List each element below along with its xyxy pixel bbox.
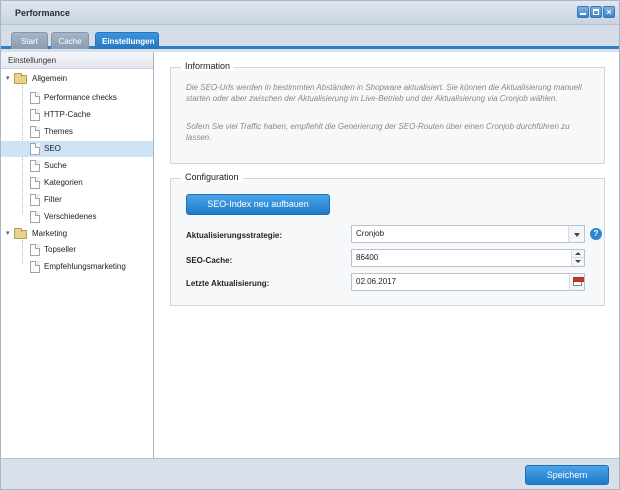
tree-item-verschiedenes[interactable]: Verschiedenes [1, 209, 153, 225]
information-legend: Information [181, 61, 235, 71]
tree-group-label: Allgemein [32, 74, 68, 83]
tab-content: Einstellungen ▾ Allgemein Performance ch… [1, 52, 619, 458]
help-icon[interactable]: ? [590, 228, 602, 240]
spin-up-icon[interactable] [572, 250, 584, 258]
expanded-arrow-icon[interactable]: ▾ [6, 71, 14, 87]
document-icon [30, 92, 40, 104]
tree-item-label: Themes [44, 127, 73, 136]
document-icon [30, 211, 40, 223]
information-text: Sofern Sie viel Traffic haben, empfiehlt… [186, 122, 570, 142]
tree-item-label: Verschiedenes [44, 212, 97, 221]
window-title: Performance [15, 8, 71, 18]
seo-cache-input[interactable]: 86400 [351, 249, 585, 267]
tree-item-filter[interactable]: Filter [1, 192, 153, 208]
seo-cache-label: SEO-Cache: [186, 256, 233, 265]
tree-item-seo[interactable]: SEO [1, 141, 153, 157]
tree-item-label: Filter [44, 195, 62, 204]
document-icon [30, 261, 40, 273]
strategy-label: Aktualisierungsstrategie: [186, 231, 283, 240]
spin-down-icon[interactable] [572, 258, 584, 266]
configuration-legend: Configuration [181, 172, 243, 182]
performance-window: Performance × Start Cache Einstellungen … [0, 0, 620, 490]
document-icon [30, 160, 40, 172]
configuration-fieldset: Configuration SEO-Index neu aufbauen Akt… [170, 172, 605, 306]
tree-item-topseller[interactable]: Topseller [1, 242, 153, 258]
seo-settings-panel: Information Die SEO-Urls werden in besti… [155, 52, 619, 458]
tree-item-label: HTTP-Cache [44, 110, 91, 119]
document-icon [30, 177, 40, 189]
tab-cache[interactable]: Cache [51, 32, 89, 49]
tab-start[interactable]: Start [11, 32, 48, 49]
window-footer: Speichern [1, 458, 619, 489]
window-titlebar[interactable]: Performance × [1, 1, 619, 25]
tree-item-themes[interactable]: Themes [1, 124, 153, 140]
tree-item-performance-checks[interactable]: Performance checks [1, 90, 153, 106]
chevron-down-icon[interactable] [568, 226, 584, 242]
tree-item-suche[interactable]: Suche [1, 158, 153, 174]
save-button[interactable]: Speichern [525, 465, 609, 485]
tree-item-label: Suche [44, 161, 67, 170]
document-icon [30, 244, 40, 256]
tree-item-empfehlungsmarketing[interactable]: Empfehlungsmarketing [1, 259, 153, 275]
expanded-arrow-icon[interactable]: ▾ [6, 226, 14, 242]
tree-group-marketing[interactable]: ▾ Marketing [1, 226, 153, 242]
rebuild-seo-index-button[interactable]: SEO-Index neu aufbauen [186, 194, 330, 215]
settings-tree: Einstellungen ▾ Allgemein Performance ch… [1, 52, 154, 458]
document-icon [30, 143, 40, 155]
tree-item-label: Performance checks [44, 93, 117, 102]
folder-icon [14, 228, 27, 239]
date-picker-trigger[interactable] [569, 274, 584, 290]
tree-item-label: SEO [44, 144, 61, 153]
tree-item-label: Empfehlungsmarketing [44, 262, 126, 271]
folder-icon [14, 73, 27, 84]
tree-item-http-cache[interactable]: HTTP-Cache [1, 107, 153, 123]
strategy-select[interactable]: Cronjob [351, 225, 585, 243]
maximize-icon[interactable] [590, 6, 602, 18]
document-icon [30, 194, 40, 206]
last-update-label: Letzte Aktualisierung: [186, 279, 270, 288]
information-fieldset: Information Die SEO-Urls werden in besti… [170, 61, 605, 164]
strategy-value: Cronjob [356, 229, 385, 238]
tree-item-label: Topseller [44, 245, 77, 254]
tab-bar: Start Cache Einstellungen [1, 25, 619, 49]
seo-cache-value: 86400 [356, 253, 379, 262]
calendar-icon [573, 277, 584, 286]
tree-item-label: Kategorien [44, 178, 83, 187]
minimize-icon[interactable] [577, 6, 589, 18]
document-icon [30, 109, 40, 121]
tab-einstellungen[interactable]: Einstellungen [95, 32, 159, 49]
document-icon [30, 126, 40, 138]
close-icon[interactable]: × [603, 6, 615, 18]
information-text: Die SEO-Urls werden in bestimmten Abstän… [186, 83, 582, 103]
tree-group-allgemein[interactable]: ▾ Allgemein [1, 71, 153, 87]
tree-group-label: Marketing [32, 229, 68, 238]
last-update-date-field[interactable]: 02.06.2017 [351, 273, 585, 291]
tree-header: Einstellungen [1, 52, 153, 69]
tree-item-kategorien[interactable]: Kategorien [1, 175, 153, 191]
last-update-value: 02.06.2017 [356, 277, 397, 286]
number-spinner[interactable] [571, 250, 584, 266]
